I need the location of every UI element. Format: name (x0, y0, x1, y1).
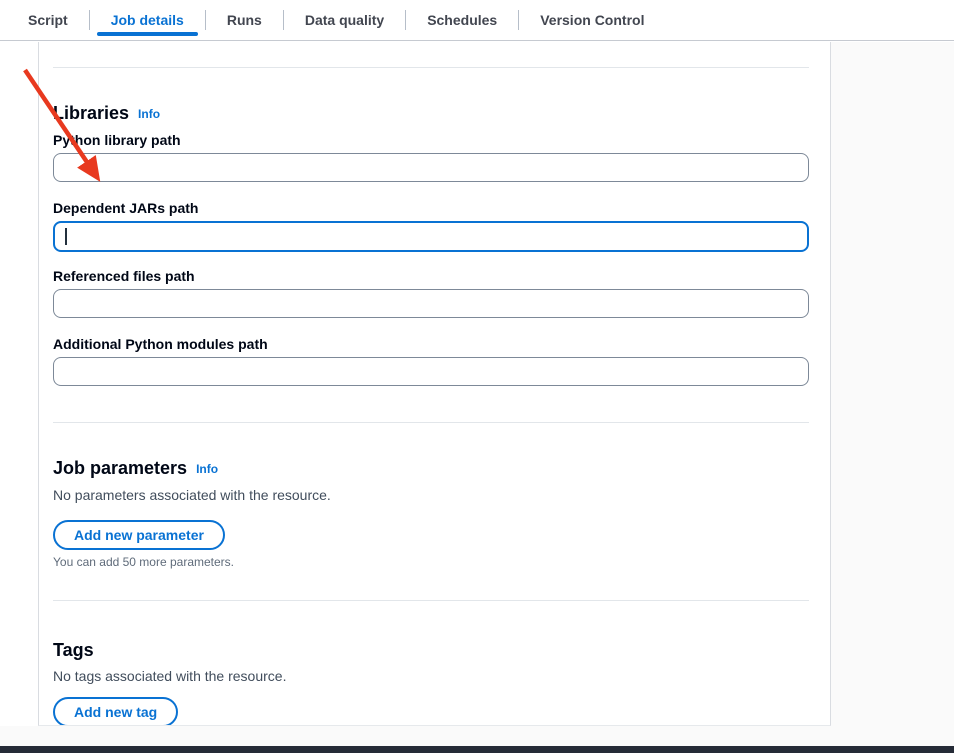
additional-python-modules-path-input[interactable] (53, 357, 809, 386)
job-parameters-info-link[interactable]: Info (196, 462, 218, 476)
job-parameters-section: Job parametersInfo No parameters associa… (53, 456, 809, 570)
libraries-info-link[interactable]: Info (138, 107, 160, 121)
tags-empty-message: No tags associated with the resource. (53, 666, 809, 686)
referenced-files-path-label: Referenced files path (53, 266, 809, 286)
libraries-section: LibrariesInfo Python library path Depend… (53, 101, 809, 386)
job-parameters-heading: Job parametersInfo (53, 456, 809, 481)
right-gutter (831, 42, 954, 746)
tab-job-details[interactable]: Job details (90, 0, 205, 40)
python-library-path-label: Python library path (53, 130, 809, 150)
tab-version-control[interactable]: Version Control (519, 0, 665, 40)
job-parameters-empty-message: No parameters associated with the resour… (53, 485, 809, 505)
dependent-jars-path-label: Dependent JARs path (53, 198, 809, 218)
footer-strip (0, 726, 954, 746)
dependent-jars-path-input[interactable] (53, 221, 809, 252)
tab-bar: Script Job details Runs Data quality Sch… (0, 0, 954, 41)
libraries-heading: LibrariesInfo (53, 101, 809, 126)
job-details-screen: Script Job details Runs Data quality Sch… (0, 0, 954, 753)
referenced-files-path-input[interactable] (53, 289, 809, 318)
footer-bar (0, 746, 954, 753)
section-divider (53, 422, 809, 423)
tab-runs[interactable]: Runs (206, 0, 283, 40)
section-divider (53, 600, 809, 601)
python-library-path-input[interactable] (53, 153, 809, 182)
tags-section: Tags No tags associated with the resourc… (53, 638, 809, 726)
additional-python-modules-path-label: Additional Python modules path (53, 334, 809, 354)
tags-heading: Tags (53, 638, 809, 662)
tab-script[interactable]: Script (7, 0, 89, 40)
parameters-limit-hint: You can add 50 more parameters. (53, 554, 809, 570)
tab-schedules[interactable]: Schedules (406, 0, 518, 40)
add-new-parameter-button[interactable]: Add new parameter (53, 520, 225, 550)
section-divider (53, 67, 809, 68)
add-new-tag-button[interactable]: Add new tag (53, 697, 178, 726)
content-panel: LibrariesInfo Python library path Depend… (38, 42, 831, 726)
tab-data-quality[interactable]: Data quality (284, 0, 405, 40)
